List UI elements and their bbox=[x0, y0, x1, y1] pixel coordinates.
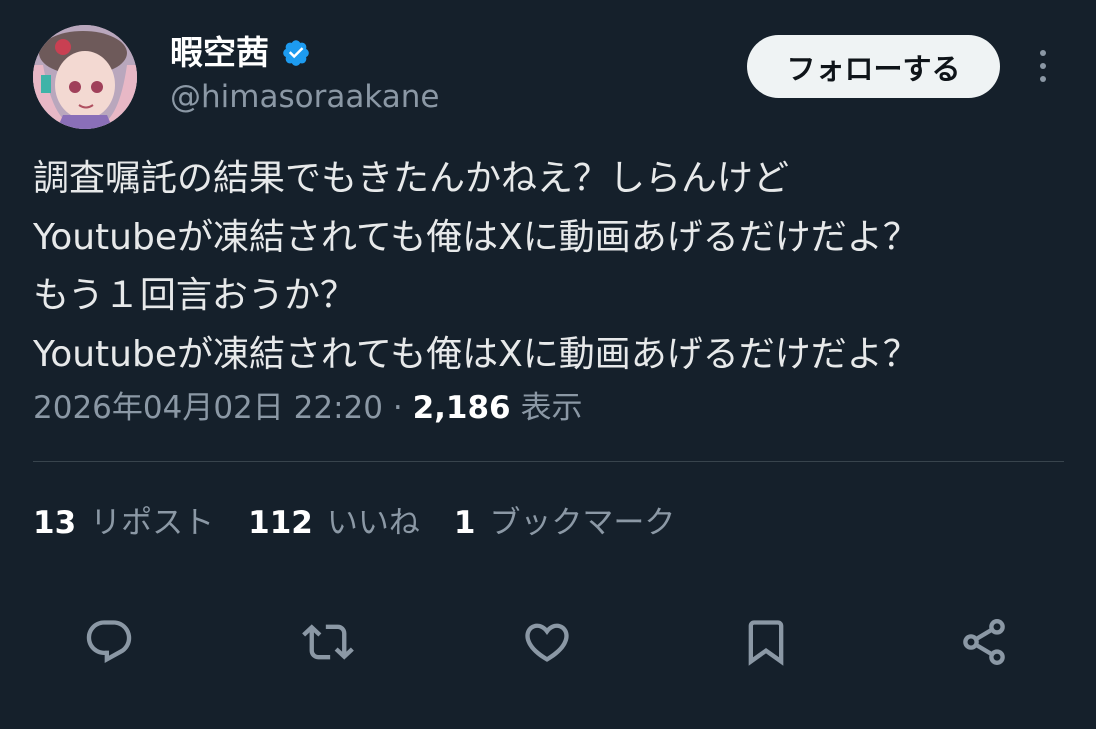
bookmarks-label: ブックマーク bbox=[489, 505, 676, 541]
reposts-count: 13 bbox=[33, 505, 77, 541]
bookmarks-count: 1 bbox=[453, 505, 476, 541]
tweet-line: 調査嘱託の結果でもきたんかねえ？しらんけど bbox=[33, 158, 790, 199]
tweet-line: Youtubeが凍結されても俺はXに動画あげるだけだよ？ bbox=[33, 333, 919, 375]
handle[interactable]: @himasoraakane bbox=[170, 76, 439, 118]
meta-separator: · bbox=[392, 390, 403, 426]
author-name-row: 暇空茜 bbox=[170, 30, 311, 76]
display-name[interactable]: 暇空茜 bbox=[170, 30, 269, 76]
repost-button[interactable] bbox=[300, 614, 356, 670]
reposts-label: リポスト bbox=[90, 505, 215, 541]
like-button[interactable] bbox=[519, 614, 575, 670]
like-icon bbox=[525, 623, 569, 662]
views-count: 2,186 bbox=[412, 390, 511, 426]
bookmarks-stat[interactable]: 1 ブックマーク bbox=[454, 498, 676, 548]
likes-stat[interactable]: 112 いいね bbox=[248, 498, 420, 548]
tweet-line: Youtubeが凍結されても俺はXに動画あげるだけだよ？ bbox=[33, 216, 919, 258]
reply-icon bbox=[86, 620, 132, 664]
reposts-stat[interactable]: 13 リポスト bbox=[33, 498, 214, 548]
verified-badge-icon bbox=[281, 38, 311, 68]
tweet-text: 調査嘱託の結果でもきたんかねえ？しらんけど Youtubeが凍結されても俺はXに… bbox=[33, 150, 1073, 384]
share-icon bbox=[963, 619, 1005, 665]
likes-label: いいね bbox=[326, 505, 420, 541]
timestamp[interactable]: 2026年04月02日 22:20 bbox=[33, 390, 383, 426]
views-label: 表示 bbox=[520, 390, 583, 426]
avatar[interactable] bbox=[33, 25, 137, 129]
reply-button[interactable] bbox=[81, 614, 137, 670]
tweet-meta: 2026年04月02日 22:20 · 2,186 表示 bbox=[33, 385, 582, 431]
tweet-line: もう１回言おうか？ bbox=[33, 275, 356, 316]
avatar-image bbox=[33, 25, 137, 129]
engagement-stats: 13 リポスト 112 いいね 1 ブックマーク bbox=[33, 498, 675, 548]
repost-icon bbox=[302, 624, 354, 660]
divider bbox=[33, 461, 1064, 462]
share-button[interactable] bbox=[956, 614, 1012, 670]
follow-button[interactable]: フォローする bbox=[747, 35, 1000, 98]
bookmark-button[interactable] bbox=[738, 614, 794, 670]
more-options-icon[interactable] bbox=[1030, 46, 1056, 86]
bookmark-icon bbox=[748, 620, 784, 666]
likes-count: 112 bbox=[248, 505, 313, 541]
